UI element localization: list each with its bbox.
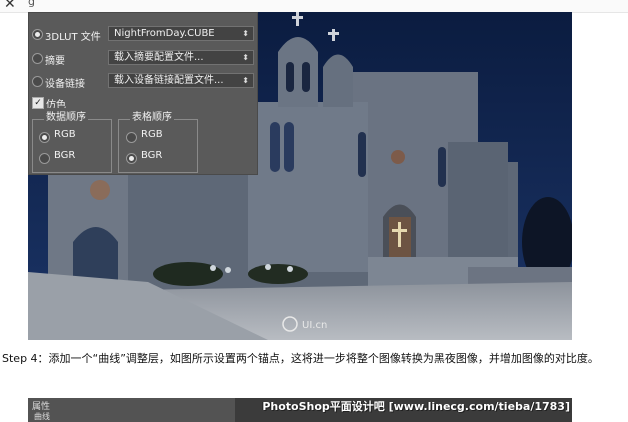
curves-label: 曲线	[34, 412, 50, 421]
tab-title-fragment: g	[28, 0, 35, 8]
radio-data-rgb[interactable]	[39, 132, 50, 143]
next-image-strip: 属性 曲线 PhotoShop平面设计吧 [www.linecg.com/tie…	[28, 398, 572, 422]
data-rgb-label: RGB	[54, 129, 76, 140]
table-order-title: 表格顺序	[130, 108, 174, 123]
label-abstract: 摘要	[45, 56, 65, 67]
radio-data-bgr[interactable]	[39, 153, 50, 164]
dropdown-device-link-value: 载入设备链接配置文件...	[114, 75, 224, 86]
data-order-group	[32, 119, 112, 173]
data-order-title: 数据顺序	[44, 108, 88, 123]
step-4-text: Step 4：添加一个“曲线”调整层，如图所示设置两个锚点，这将进一步将整个图像…	[2, 352, 599, 365]
radio-table-rgb[interactable]	[126, 132, 137, 143]
data-bgr-label: BGR	[54, 150, 76, 161]
radio-3dlut[interactable]	[32, 29, 43, 40]
label-device-link: 设备链接	[45, 79, 85, 90]
dropdown-device-link[interactable]: 载入设备链接配置文件... ⬍	[108, 73, 254, 88]
chevron-down-icon: ⬍	[242, 53, 249, 62]
site-watermark: PhotoShop平面设计吧 [www.linecg.com/tieba/178…	[262, 400, 570, 413]
dropdown-abstract-value: 载入摘要配置文件...	[114, 52, 204, 63]
radio-device-link[interactable]	[32, 76, 43, 87]
dropdown-3dlut-value: NightFromDay.CUBE	[114, 28, 215, 39]
dropdown-3dlut[interactable]: NightFromDay.CUBE ⬍	[108, 26, 254, 41]
properties-panel-preview: 属性 曲线	[28, 398, 235, 422]
label-3dlut: 3DLUT 文件	[45, 32, 101, 43]
photo-logo: UI.cn	[302, 320, 327, 331]
row-abstract: 摘要 载入摘要配置文件... ⬍	[28, 49, 258, 67]
table-bgr-label: BGR	[141, 150, 163, 161]
dropdown-abstract[interactable]: 载入摘要配置文件... ⬍	[108, 50, 254, 65]
table-rgb-label: RGB	[141, 129, 163, 140]
radio-table-bgr[interactable]	[126, 153, 137, 164]
chevron-down-icon: ⬍	[242, 76, 249, 85]
table-order-group	[118, 119, 198, 173]
row-device-link: 设备链接 载入设备链接配置文件... ⬍	[28, 72, 258, 90]
lut-properties-panel: 3DLUT 文件 NightFromDay.CUBE ⬍ 摘要 载入摘要配置文件…	[28, 12, 258, 175]
radio-abstract[interactable]	[32, 53, 43, 64]
chevron-down-icon: ⬍	[242, 29, 249, 38]
dither-checkbox[interactable]: ✓	[32, 97, 44, 109]
row-3dlut: 3DLUT 文件 NightFromDay.CUBE ⬍	[28, 25, 258, 43]
close-icon[interactable]: ✕	[4, 0, 16, 12]
